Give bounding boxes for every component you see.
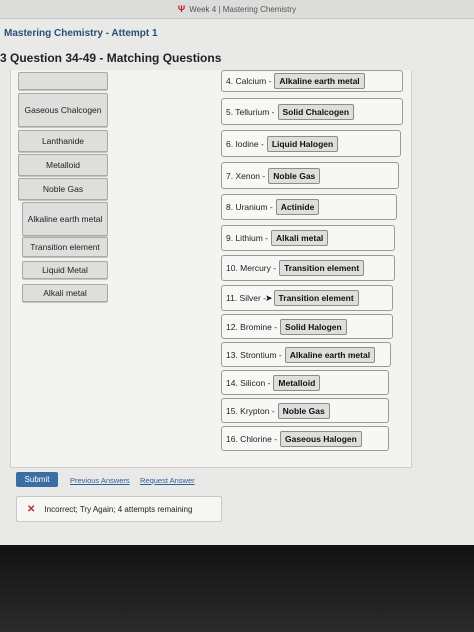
- row-label: 16. Chlorine -: [226, 433, 278, 444]
- submit-button[interactable]: Submit: [16, 472, 58, 487]
- browser-tab-title: Week 4 | Mastering Chemistry: [189, 4, 297, 14]
- chip-hidden-top[interactable]: [18, 72, 108, 90]
- match-row[interactable]: 13. Strontium - Alkaline earth metal: [221, 342, 391, 367]
- match-row[interactable]: 7. Xenon - Noble Gas: [221, 162, 399, 189]
- row-answer-chip[interactable]: Alkaline earth metal: [274, 73, 365, 89]
- request-answer-link[interactable]: Request Answer: [140, 476, 195, 485]
- match-row[interactable]: 11. Silver - ➤ Transition element: [221, 285, 393, 311]
- match-row[interactable]: 12. Bromine - Solid Halogen: [221, 314, 393, 339]
- feedback-message: Incorrect; Try Again; 4 attempts remaini…: [44, 504, 193, 514]
- match-row[interactable]: 8. Uranium - Actinide: [221, 194, 397, 220]
- feedback-box: ✕ Incorrect; Try Again; 4 attempts remai…: [16, 496, 222, 522]
- match-row[interactable]: 5. Tellurium - Solid Chalcogen: [221, 98, 403, 125]
- chip-liquid-metal[interactable]: Liquid Metal: [22, 261, 108, 279]
- question-title: 3 Question 34-49 - Matching Questions: [0, 51, 222, 65]
- row-answer-chip[interactable]: Metalloid: [273, 374, 321, 391]
- row-label: 5. Tellurium -: [226, 106, 275, 117]
- row-label: 7. Xenon -: [226, 170, 266, 181]
- row-answer-chip[interactable]: Transition element: [273, 290, 359, 306]
- x-mark-icon: ✕: [27, 503, 36, 515]
- row-label: 14. Silicon -: [226, 377, 271, 388]
- row-label: 8. Uranium -: [226, 202, 273, 212]
- row-label: 12. Bromine -: [226, 321, 278, 332]
- monitor-bezel: [0, 545, 474, 632]
- match-row[interactable]: 4. Calcium - Alkaline earth metal: [221, 70, 403, 92]
- arrow-cursor-icon: ➤: [265, 292, 273, 303]
- match-row[interactable]: 16. Chlorine - Gaseous Halogen: [221, 426, 389, 451]
- chip-noble-gas[interactable]: Noble Gas: [18, 178, 108, 200]
- row-answer-chip[interactable]: Solid Chalcogen: [277, 103, 355, 120]
- row-answer-chip[interactable]: Noble Gas: [268, 167, 321, 184]
- row-answer-chip[interactable]: Liquid Halogen: [266, 135, 339, 152]
- match-row[interactable]: 10. Mercury - Transition element: [221, 255, 395, 281]
- row-answer-chip[interactable]: Solid Halogen: [280, 318, 347, 335]
- row-label: 9. Lithium -: [226, 233, 269, 243]
- match-row[interactable]: 6. Iodine - Liquid Halogen: [221, 130, 401, 157]
- row-answer-chip[interactable]: Alkali metal: [271, 230, 329, 246]
- match-row[interactable]: 14. Silicon - Metalloid: [221, 370, 389, 395]
- chip-alkali-metal[interactable]: Alkali metal: [22, 284, 108, 302]
- row-label: 15. Krypton -: [226, 405, 275, 416]
- row-label: 10. Mercury -: [226, 263, 277, 273]
- chip-lanthanide[interactable]: Lanthanide: [18, 130, 108, 152]
- match-row[interactable]: 9. Lithium - Alkali metal: [221, 225, 395, 251]
- browser-tab[interactable]: Ψ Week 4 | Mastering Chemistry: [0, 0, 474, 19]
- row-answer-chip[interactable]: Transition element: [279, 260, 365, 276]
- previous-answers-link[interactable]: Previous Answers: [70, 476, 130, 485]
- row-answer-chip[interactable]: Actinide: [275, 199, 320, 215]
- row-answer-chip[interactable]: Noble Gas: [277, 402, 330, 419]
- match-row[interactable]: 15. Krypton - Noble Gas: [221, 398, 389, 423]
- row-label: 4. Calcium -: [226, 76, 272, 86]
- chip-transition-element[interactable]: Transition element: [22, 237, 108, 257]
- screen: Ψ Week 4 | Mastering Chemistry Mastering…: [0, 0, 474, 545]
- row-answer-chip[interactable]: Gaseous Halogen: [280, 430, 362, 447]
- row-label: 13. Strontium -: [226, 349, 282, 360]
- chip-alkaline-earth-metal[interactable]: Alkaline earth metal: [22, 202, 108, 236]
- shield-logo-icon: Ψ: [177, 4, 186, 14]
- attempt-title: Mastering Chemistry - Attempt 1: [4, 28, 158, 39]
- chip-metalloid[interactable]: Metalloid: [18, 154, 108, 176]
- row-label: 11. Silver -: [226, 293, 266, 303]
- row-answer-chip[interactable]: Alkaline earth metal: [284, 346, 376, 363]
- row-label: 6. Iodine -: [226, 138, 264, 149]
- chip-gaseous-chalcogen[interactable]: Gaseous Chalcogen: [18, 93, 108, 127]
